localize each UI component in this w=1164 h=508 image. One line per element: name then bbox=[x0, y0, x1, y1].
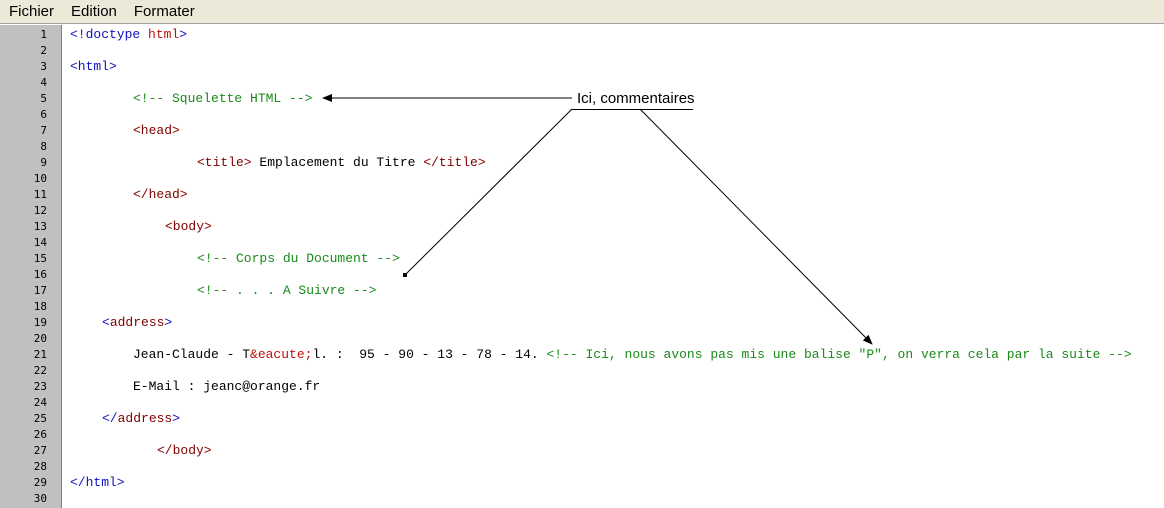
title-open-tag: <title> bbox=[197, 155, 252, 170]
line-number: 24 bbox=[33, 396, 47, 409]
line-number: 8 bbox=[40, 140, 47, 153]
entity-eacute: &eacute; bbox=[250, 347, 313, 362]
line-number: 15 bbox=[33, 252, 47, 265]
html-open-tag: <html> bbox=[70, 59, 117, 74]
code-line-5: <!-- Squelette HTML --> bbox=[133, 91, 312, 107]
line-number: 20 bbox=[33, 332, 47, 345]
line-number: 11 bbox=[33, 188, 47, 201]
line-number: 4 bbox=[40, 76, 47, 89]
code-line-9: <title> Emplacement du Titre </title> bbox=[197, 155, 486, 171]
contact-name: Jean-Claude - T bbox=[133, 347, 251, 362]
contact-email: E-Mail : jeanc@orange.fr bbox=[133, 379, 321, 394]
menu-bar: Fichier Edition Formater bbox=[0, 0, 1164, 24]
comment-suivre: <!-- . . . A Suivre --> bbox=[197, 283, 377, 298]
annotation-label: Ici, commentaires bbox=[577, 90, 695, 107]
code-line-3: <html> bbox=[70, 59, 117, 75]
line-number: 12 bbox=[33, 204, 47, 217]
code-line-1: <!doctype html> bbox=[70, 27, 187, 43]
line-number: 30 bbox=[33, 492, 47, 505]
contact-phone: l. : 95 - 90 - 13 - 78 - 14. bbox=[312, 347, 547, 362]
address-open-name: address bbox=[109, 315, 165, 330]
line-number: 1 bbox=[40, 28, 47, 41]
head-open-tag: <head> bbox=[133, 123, 180, 138]
code-line-29: </html> bbox=[70, 475, 125, 491]
line-number: 23 bbox=[33, 380, 47, 393]
code-line-17: <!-- . . . A Suivre --> bbox=[197, 283, 376, 299]
doctype-html: html bbox=[148, 27, 180, 42]
code-line-25: </address> bbox=[102, 411, 180, 427]
line-number: 27 bbox=[33, 444, 47, 457]
code-line-23: E-Mail : jeanc@orange.fr bbox=[133, 379, 320, 395]
line-number: 5 bbox=[40, 92, 47, 105]
doctype-open: <!doctype bbox=[70, 27, 149, 42]
code-line-19: <address> bbox=[102, 315, 172, 331]
line-number: 28 bbox=[33, 460, 47, 473]
code-line-11: </head> bbox=[133, 187, 188, 203]
line-number: 9 bbox=[40, 156, 47, 169]
address-close-gt: > bbox=[172, 411, 181, 426]
line-number: 21 bbox=[33, 348, 47, 361]
line-number: 19 bbox=[33, 316, 47, 329]
line-number: 10 bbox=[33, 172, 47, 185]
code-line-13: <body> bbox=[165, 219, 212, 235]
body-close-tag: </body> bbox=[157, 443, 212, 458]
line-number: 18 bbox=[33, 300, 47, 313]
line-number: 17 bbox=[33, 284, 47, 297]
comment-corps: <!-- Corps du Document --> bbox=[197, 251, 400, 266]
menu-fichier[interactable]: Fichier bbox=[0, 0, 62, 24]
line-number: 6 bbox=[40, 108, 47, 121]
code-line-15: <!-- Corps du Document --> bbox=[197, 251, 400, 267]
line-number: 3 bbox=[40, 60, 47, 73]
title-text: Emplacement du Titre bbox=[251, 155, 424, 170]
code-line-7: <head> bbox=[133, 123, 180, 139]
address-close-lt: </ bbox=[102, 411, 118, 426]
address-close-name: address bbox=[117, 411, 173, 426]
line-number: 25 bbox=[33, 412, 47, 425]
head-close-tag: </head> bbox=[133, 187, 188, 202]
code-line-27: </body> bbox=[157, 443, 212, 459]
menu-edition[interactable]: Edition bbox=[62, 0, 125, 24]
line-number-gutter: 1 2 3 4 5 6 7 8 9 10 11 12 13 14 15 16 17 18 19 20 21 22 23 24 2… bbox=[0, 25, 62, 508]
line-number: 14 bbox=[33, 236, 47, 249]
address-open-lt: < bbox=[102, 315, 110, 330]
comment-squelette: <!-- Squelette HTML --> bbox=[133, 91, 313, 106]
line-number: 13 bbox=[33, 220, 47, 233]
line-number: 16 bbox=[33, 268, 47, 281]
line-number: 29 bbox=[33, 476, 47, 489]
annotation-underline bbox=[572, 109, 693, 110]
line-number: 2 bbox=[40, 44, 47, 57]
title-close-tag: </title> bbox=[423, 155, 486, 170]
code-line-21: Jean-Claude - T&eacute;l. : 95 - 90 - 13… bbox=[133, 347, 1132, 363]
menu-formater[interactable]: Formater bbox=[125, 0, 203, 24]
line-number: 26 bbox=[33, 428, 47, 441]
comment-balise-p: <!-- Ici, nous avons pas mis une balise … bbox=[546, 347, 1132, 362]
html-close-tag: </html> bbox=[70, 475, 125, 490]
doctype-close: > bbox=[179, 27, 188, 42]
line-number: 7 bbox=[40, 124, 47, 137]
body-open-tag: <body> bbox=[165, 219, 212, 234]
line-number: 22 bbox=[33, 364, 47, 377]
address-open-gt: > bbox=[164, 315, 173, 330]
